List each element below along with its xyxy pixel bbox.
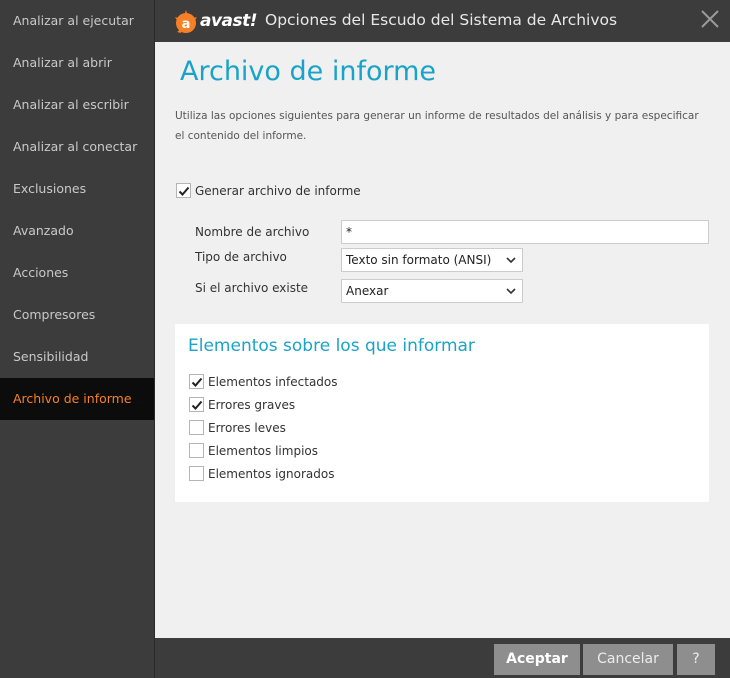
exists-value: Anexar [346,284,389,298]
sidebar-item-acciones[interactable]: Acciones [0,252,154,294]
sidebar-item-analizar-al-ejecutar[interactable]: Analizar al ejecutar [0,0,154,42]
chevron-down-icon [506,257,516,264]
sidebar-item-sensibilidad[interactable]: Sensibilidad [0,336,154,378]
sidebar-item-archivo-de-informe[interactable]: Archivo de informe [0,378,154,420]
sidebar-item-analizar-al-abrir[interactable]: Analizar al abrir [0,42,154,84]
report-elements-panel: Elementos sobre los que informar Element… [175,324,709,502]
filetype-label: Tipo de archivo [195,250,287,264]
sidebar-item-avanzado[interactable]: Avanzado [0,210,154,252]
report-elements-title: Elementos sobre los que informar [188,336,475,356]
filename-input[interactable]: * [341,220,709,244]
accept-button[interactable]: Aceptar [494,644,580,675]
minor-errors-label: Errores leves [208,421,286,435]
exists-select[interactable]: Anexar [341,279,523,303]
sidebar-item-exclusiones[interactable]: Exclusiones [0,168,154,210]
chevron-down-icon [506,288,516,295]
serious-errors-checkbox[interactable] [189,397,204,412]
brand-name: avast! [200,11,258,31]
title-bar: a avast! Opciones del Escudo del Sistema… [155,0,730,42]
close-button[interactable] [698,7,722,31]
sidebar-item-analizar-al-conectar[interactable]: Analizar al conectar [0,126,154,168]
checkmark-icon [191,377,203,387]
ignored-items-label: Elementos ignorados [208,467,335,481]
infected-items-checkbox[interactable] [189,374,204,389]
cancel-button[interactable]: Cancelar [583,644,673,675]
svg-text:a: a [182,17,191,32]
help-button[interactable]: ? [677,644,715,675]
avast-logo: a avast! [172,7,258,37]
clean-items-label: Elementos limpios [208,444,318,458]
filetype-select[interactable]: Texto sin formato (ANSI) [341,248,523,272]
window-title: Opciones del Escudo del Sistema de Archi… [265,11,618,29]
footer-bar: Aceptar Cancelar ? [155,638,730,678]
sidebar: Analizar al ejecutar Analizar al abrir A… [0,0,155,678]
infected-items-label: Elementos infectados [208,375,338,389]
minor-errors-checkbox[interactable] [189,420,204,435]
avast-logo-icon: a [175,10,197,33]
page-description: Utiliza las opciones siguientes para gen… [175,110,699,142]
sidebar-item-compresores[interactable]: Compresores [0,294,154,336]
filetype-value: Texto sin formato (ANSI) [346,253,492,267]
close-icon [701,10,719,28]
exists-label: Si el archivo existe [195,281,309,295]
ignored-items-checkbox[interactable] [189,466,204,481]
filename-label: Nombre de archivo [195,225,310,239]
generate-report-label: Generar archivo de informe [195,184,361,198]
generate-report-checkbox[interactable] [176,183,191,198]
content-panel: Archivo de informe Utiliza las opciones … [155,42,730,638]
page-title: Archivo de informe [180,56,437,87]
serious-errors-label: Errores graves [208,398,296,412]
checkmark-icon [178,186,190,196]
sidebar-item-analizar-al-escribir[interactable]: Analizar al escribir [0,84,154,126]
clean-items-checkbox[interactable] [189,443,204,458]
checkmark-icon [191,400,203,410]
